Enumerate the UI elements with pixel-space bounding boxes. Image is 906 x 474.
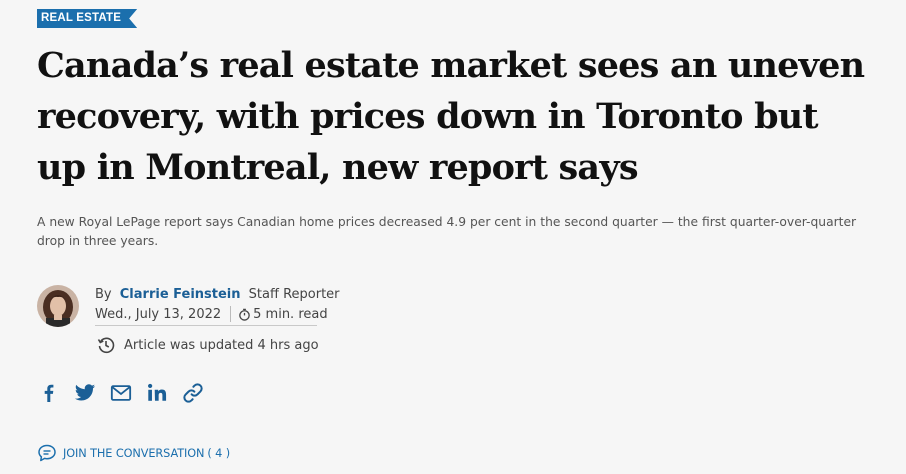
- updated-text: Article was updated 4 hrs ago: [124, 337, 319, 353]
- share-twitter-button[interactable]: [74, 382, 96, 404]
- author-photo-icon: [37, 285, 79, 327]
- article-subhead: A new Royal LePage report says Canadian …: [37, 215, 857, 248]
- author-name-link[interactable]: Clarrie Feinstein: [120, 287, 241, 302]
- meta-divider-line: [95, 325, 317, 326]
- stopwatch-icon: [239, 308, 250, 321]
- facebook-icon: [44, 384, 54, 402]
- conversation-label: JOIN THE CONVERSATION: [63, 446, 205, 460]
- read-time: 5 min. read: [253, 306, 328, 322]
- author-role: Staff Reporter: [248, 287, 340, 302]
- email-icon: [110, 385, 132, 401]
- byline-by-label: By: [95, 287, 112, 302]
- updated-notice: Article was updated 4 hrs ago: [97, 336, 319, 354]
- share-linkedin-button[interactable]: [146, 382, 168, 404]
- section-tag-real-estate[interactable]: REAL ESTATE: [37, 9, 137, 28]
- comment-bubble-icon: [38, 444, 56, 462]
- share-email-button[interactable]: [110, 382, 132, 404]
- author-avatar[interactable]: [37, 285, 79, 327]
- meta-divider: [230, 306, 232, 322]
- share-facebook-button[interactable]: [38, 382, 60, 404]
- comment-count: ( 4 ): [207, 446, 231, 460]
- linkedin-icon: [148, 383, 167, 401]
- publish-date: Wed., July 13, 2022: [95, 306, 222, 322]
- byline: By Clarrie Feinstein Staff Reporter: [95, 287, 340, 302]
- join-conversation-link[interactable]: JOIN THE CONVERSATION ( 4 ): [37, 443, 230, 463]
- share-link-button[interactable]: [182, 382, 204, 404]
- article-meta: Wed., July 13, 2022 5 min. read: [95, 306, 328, 322]
- link-icon: [183, 383, 203, 403]
- share-bar: [38, 382, 218, 404]
- history-clock-icon: [97, 337, 115, 354]
- twitter-icon: [74, 384, 96, 401]
- article-headline: Canada’s real estate market sees an unev…: [37, 45, 865, 188]
